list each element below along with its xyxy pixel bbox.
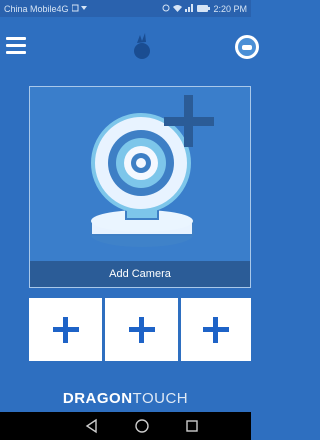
back-triangle-icon[interactable] xyxy=(84,418,100,434)
wifi-icon xyxy=(173,4,183,14)
plus-icon xyxy=(52,316,79,343)
cloud-icon[interactable] xyxy=(235,35,259,59)
status-right: 2:20 PM xyxy=(162,3,247,14)
recent-square-icon[interactable] xyxy=(184,418,200,434)
notification-icons xyxy=(71,4,88,14)
brand-light: TOUCH xyxy=(132,390,189,407)
add-slot-1[interactable] xyxy=(29,298,102,361)
add-slot-3[interactable] xyxy=(181,298,251,361)
plus-icon xyxy=(203,316,229,343)
add-slot-2[interactable] xyxy=(105,298,178,361)
camera-illustration xyxy=(30,87,252,263)
carrier-label: China Mobile4G xyxy=(4,3,69,14)
battery-icon xyxy=(197,4,211,14)
home-circle-icon[interactable] xyxy=(134,418,150,434)
system-nav-bar xyxy=(0,412,251,440)
plus-icon xyxy=(128,316,155,343)
hamburger-menu-icon[interactable] xyxy=(6,37,26,54)
brand-logo: DRAGONTOUCH xyxy=(0,390,251,407)
alarm-icon xyxy=(162,4,170,14)
dragon-touch-logo-icon xyxy=(131,29,153,65)
signal-icon xyxy=(185,3,194,14)
status-bar: China Mobile4G 2:20 PM xyxy=(0,0,251,17)
status-left: China Mobile4G xyxy=(4,4,88,14)
brand-bold: DRAGON xyxy=(62,390,133,407)
app-bar xyxy=(0,17,259,77)
add-camera-label: Add Camera xyxy=(30,261,250,287)
add-camera-card[interactable]: Add Camera xyxy=(29,86,251,288)
clock-label: 2:20 PM xyxy=(213,3,247,14)
